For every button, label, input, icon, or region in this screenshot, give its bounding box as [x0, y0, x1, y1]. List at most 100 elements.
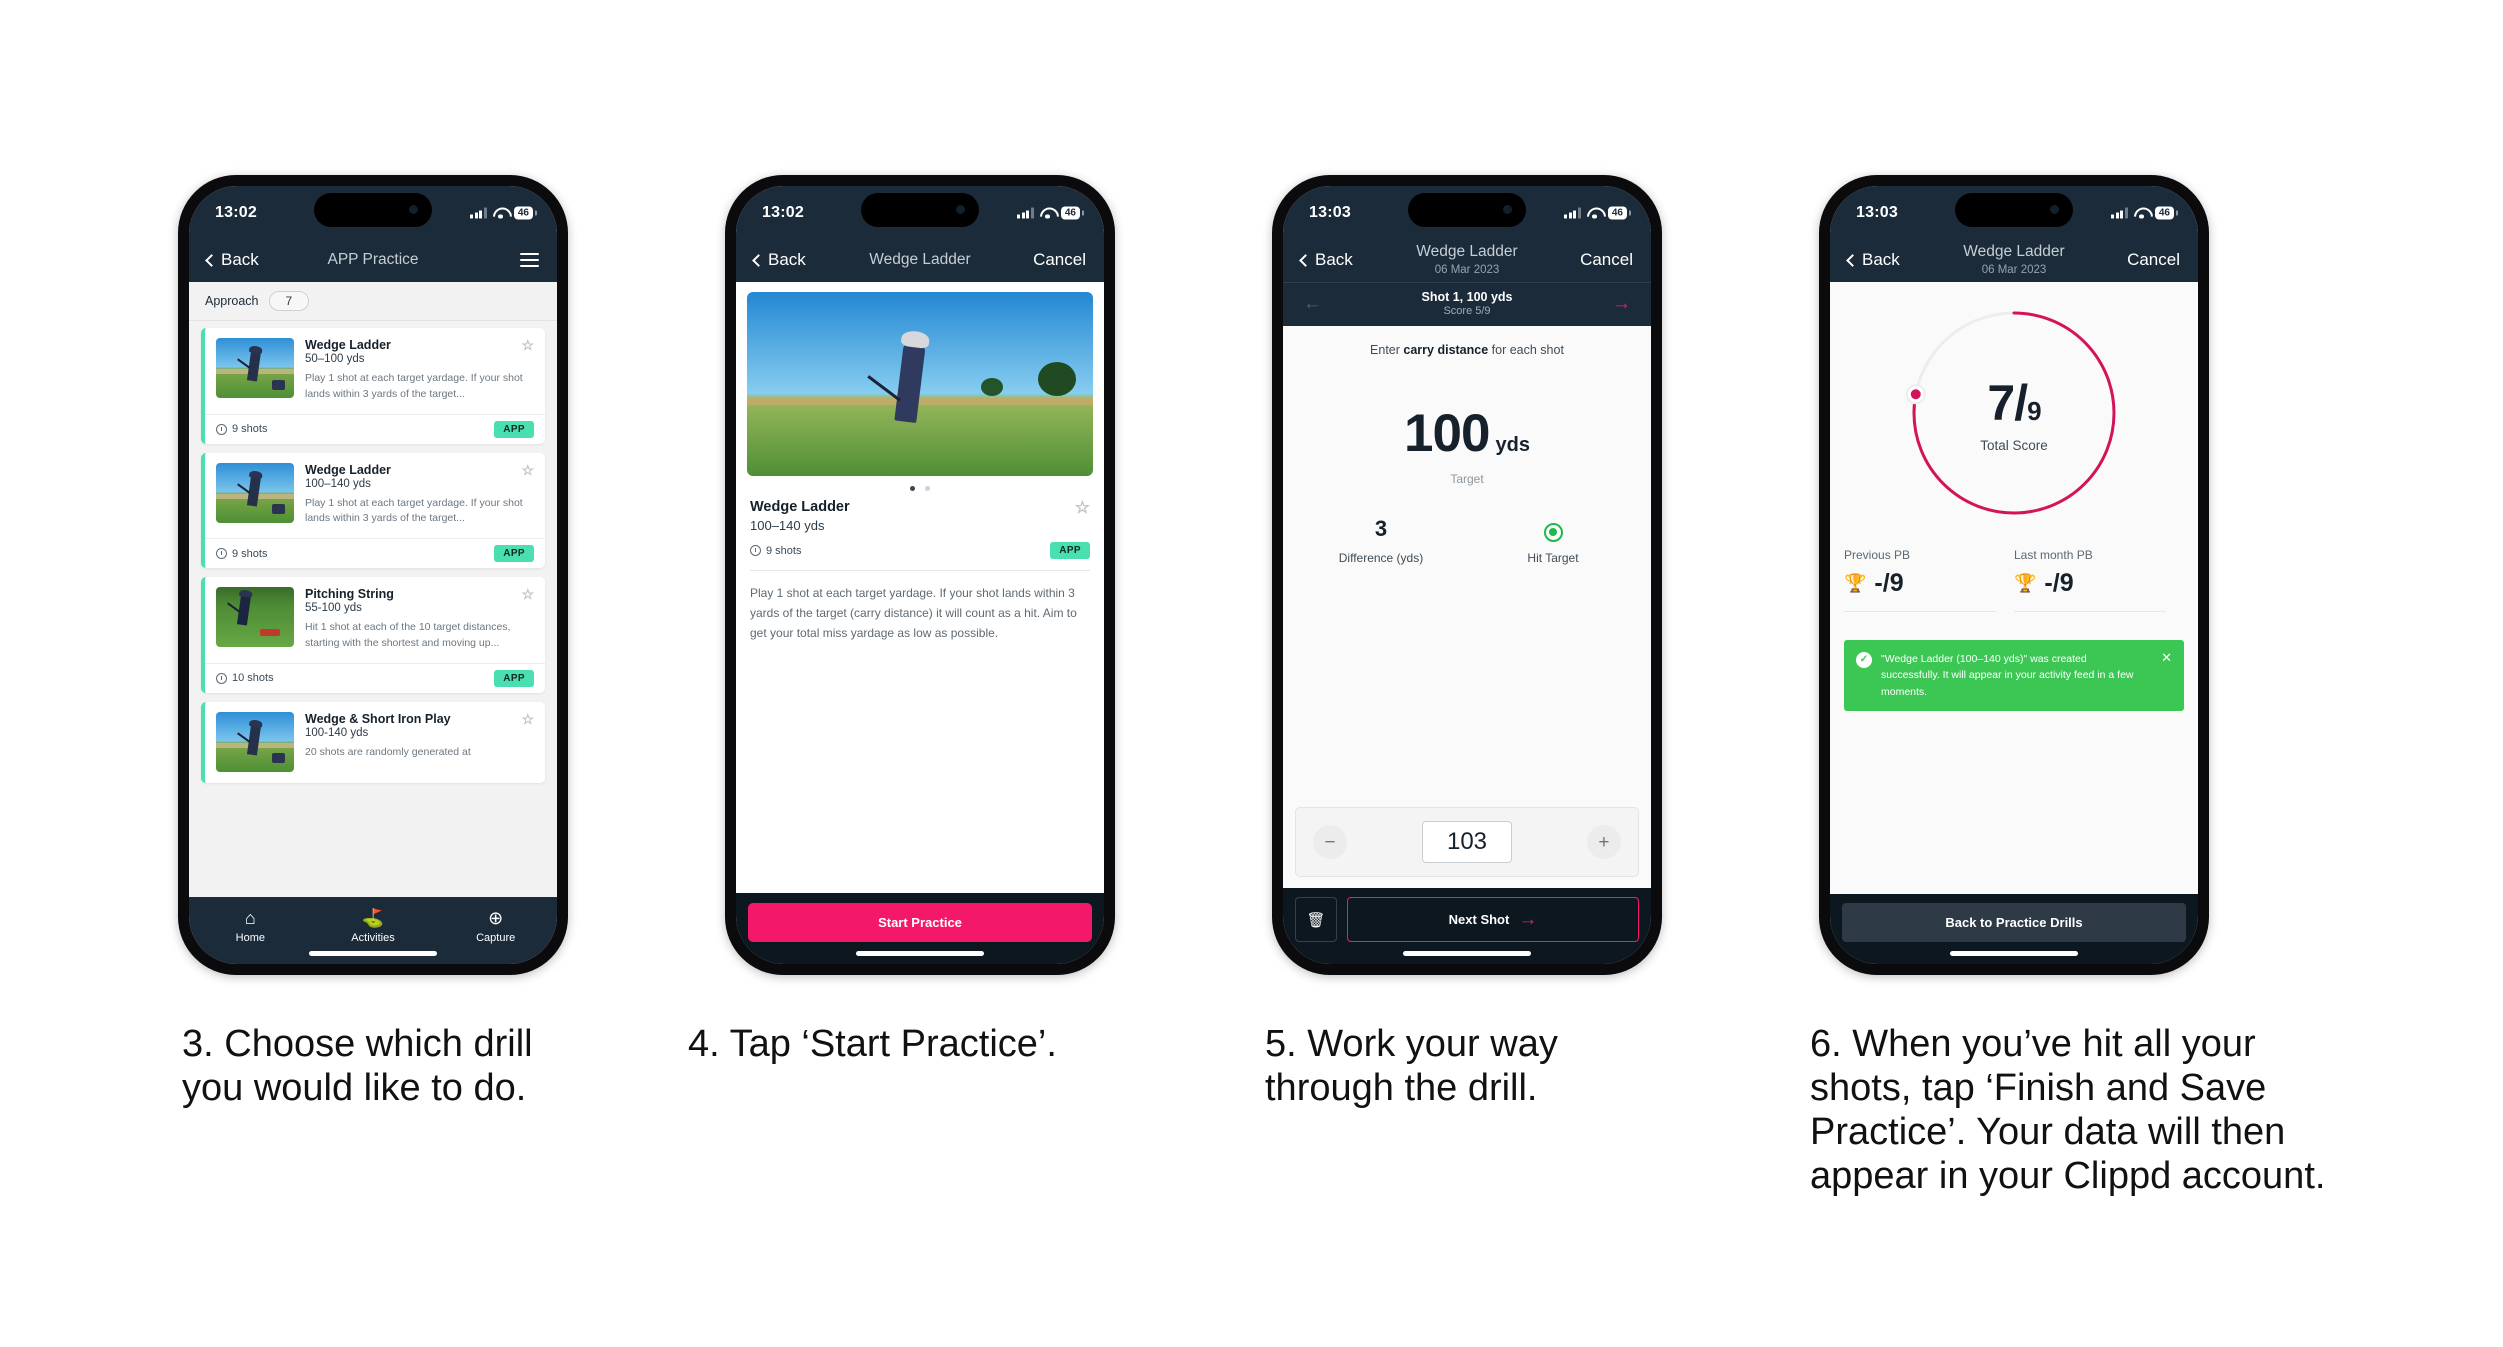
- carousel-dots[interactable]: [736, 476, 1104, 497]
- carry-distance-input[interactable]: 103: [1421, 821, 1513, 863]
- arrow-right-icon[interactable]: →: [1612, 294, 1631, 313]
- target-value: 100: [1404, 404, 1490, 463]
- start-practice-button[interactable]: Start Practice: [748, 903, 1092, 942]
- shot-count: 10 shots: [216, 672, 274, 684]
- card-title-row: Wedge & Short Iron Play ☆: [305, 712, 534, 726]
- shot-entry-footer: 🗑 Next Shot →: [1283, 888, 1651, 964]
- status-indicators: 46: [1564, 206, 1631, 220]
- score-achieved: 7: [1987, 374, 2015, 431]
- back-button[interactable]: Back: [1846, 250, 1900, 270]
- success-toast: ✓ "Wedge Ladder (100–140 yds)" was creat…: [1844, 640, 2184, 711]
- back-label: Back: [768, 250, 806, 269]
- shot-count-label: 9 shots: [232, 423, 268, 435]
- shot-count-label: 10 shots: [232, 672, 274, 684]
- card-footer: 10 shots APP: [205, 662, 545, 693]
- status-bar: 13:02 46: [189, 186, 557, 240]
- difference-value: 3: [1374, 516, 1388, 541]
- close-icon[interactable]: ✕: [2153, 651, 2172, 664]
- back-button[interactable]: Back: [752, 250, 806, 270]
- tab-home[interactable]: ⌂ Home: [189, 908, 312, 944]
- caption-step-3: 3. Choose which drill you would like to …: [182, 1023, 533, 1110]
- card-text: Wedge & Short Iron Play ☆ 100-140 yds 20…: [305, 712, 534, 772]
- drill-hero-image[interactable]: [747, 292, 1093, 476]
- list-item[interactable]: Wedge Ladder ☆ 100–140 yds Play 1 shot a…: [201, 452, 545, 568]
- category-tag: APP: [494, 545, 534, 562]
- previous-pb-row: 🏆 -/9: [1844, 569, 1996, 598]
- screen-drill-detail: 13:02 46 Back Wedge Ladder Cancel Wedge …: [736, 186, 1104, 964]
- target-hit-icon: [1543, 522, 1563, 542]
- shot-count: 9 shots: [216, 548, 267, 560]
- favorite-star-icon[interactable]: ☆: [521, 338, 534, 352]
- drill-list[interactable]: Wedge Ladder ☆ 50–100 yds Play 1 shot at…: [189, 321, 557, 897]
- tab-capture-label: Capture: [476, 932, 516, 944]
- wifi-icon: [1587, 208, 1602, 219]
- next-shot-label: Next Shot: [1448, 912, 1510, 927]
- caption-step-6: 6. When you’ve hit all your shots, tap ‘…: [1810, 1023, 2326, 1198]
- decrement-button[interactable]: −: [1313, 825, 1347, 859]
- battery-cap-icon: [1629, 210, 1631, 216]
- score-total: 9: [2027, 395, 2042, 426]
- last-month-pb-row: 🏆 -/9: [2014, 569, 2166, 598]
- back-button[interactable]: Back: [205, 250, 259, 270]
- trash-icon[interactable]: 🗑: [1295, 897, 1337, 942]
- carousel-dot-active[interactable]: [910, 486, 915, 491]
- favorite-star-icon[interactable]: ☆: [521, 463, 534, 477]
- drill-description: Play 1 shot at each target yardage. If y…: [305, 372, 523, 400]
- shot-score: Score 5/9: [1443, 305, 1491, 317]
- card-text: Pitching String ☆ 55-100 yds Hit 1 shot …: [305, 587, 534, 652]
- phone-shot-entry: 13:03 46 Back Wedge Ladder 06 Mar 2023 C…: [1272, 175, 1662, 975]
- target-caption: Target: [1450, 472, 1484, 486]
- drill-range: 100–140 yds: [305, 477, 371, 490]
- page-title-block: Wedge Ladder 06 Mar 2023: [1416, 242, 1517, 277]
- previous-pb-value: -/9: [1874, 569, 1904, 597]
- arrow-left-icon[interactable]: ←: [1303, 294, 1322, 313]
- card-title-row: Wedge Ladder ☆: [305, 463, 534, 477]
- page-title: Wedge Ladder: [1416, 243, 1518, 261]
- cellular-signal-icon: [1564, 207, 1581, 219]
- shot-count: 9 shots: [216, 423, 267, 435]
- drill-range: 50–100 yds: [305, 353, 365, 365]
- hamburger-icon[interactable]: [520, 253, 539, 267]
- tab-capture[interactable]: ⊕ Capture: [434, 908, 557, 944]
- clock-icon: [750, 545, 761, 556]
- favorite-star-icon[interactable]: ☆: [1075, 499, 1090, 516]
- battery-cap-icon: [535, 210, 537, 216]
- home-icon: ⌂: [244, 908, 256, 928]
- tab-activities[interactable]: ⛳ Activities: [312, 908, 435, 944]
- phone-results: 13:03 46 Back Wedge Ladder 06 Mar 2023 C…: [1819, 175, 2209, 975]
- back-to-practice-drills-button[interactable]: Back to Practice Drills: [1842, 903, 2186, 942]
- card-title-row: Wedge Ladder ☆: [305, 338, 534, 352]
- status-indicators: 46: [2111, 206, 2178, 220]
- drill-description: 20 shots are randomly generated at: [305, 745, 471, 758]
- page-title: APP Practice: [327, 250, 419, 268]
- list-item[interactable]: Wedge & Short Iron Play ☆ 100-140 yds 20…: [201, 701, 545, 783]
- back-button[interactable]: Back: [1299, 250, 1353, 270]
- filter-count-pill[interactable]: 7: [268, 291, 310, 311]
- entry-prompt: Enter carry distance for each shot: [1283, 326, 1651, 357]
- dynamic-island: [1408, 193, 1526, 227]
- cta-footer: Start Practice: [736, 893, 1104, 964]
- list-item[interactable]: Wedge Ladder ☆ 50–100 yds Play 1 shot at…: [201, 328, 545, 444]
- card-body: Wedge Ladder ☆ 50–100 yds Play 1 shot at…: [205, 328, 545, 414]
- divider: [1844, 611, 1996, 612]
- shot-count-label: 9 shots: [232, 547, 268, 560]
- cancel-button[interactable]: Cancel: [2127, 250, 2180, 270]
- home-indicator: [1950, 951, 2078, 956]
- chevron-left-icon: [1299, 253, 1312, 267]
- favorite-star-icon[interactable]: ☆: [521, 587, 534, 601]
- next-shot-button[interactable]: Next Shot →: [1347, 897, 1639, 942]
- favorite-star-icon[interactable]: ☆: [521, 712, 534, 726]
- drill-info: Wedge Ladder ☆ 100–140 yds 9 shots APP: [736, 497, 1104, 559]
- status-bar: 13:03 46: [1830, 186, 2198, 240]
- increment-button[interactable]: +: [1586, 825, 1621, 859]
- battery-cap-icon: [2176, 210, 2178, 216]
- score-label: Total Score: [1980, 437, 2048, 453]
- shot-info: Shot 1, 100 yds Score 5/9: [1322, 290, 1612, 317]
- card-title-row: Pitching String ☆: [305, 587, 534, 601]
- carousel-dot[interactable]: [925, 486, 930, 491]
- cancel-button[interactable]: Cancel: [1033, 250, 1086, 270]
- cancel-button[interactable]: Cancel: [1580, 250, 1633, 270]
- target-distance-block: 100 yds Target: [1283, 403, 1651, 486]
- list-item[interactable]: Pitching String ☆ 55-100 yds Hit 1 shot …: [201, 577, 545, 693]
- drill-title: Wedge Ladder: [305, 338, 391, 352]
